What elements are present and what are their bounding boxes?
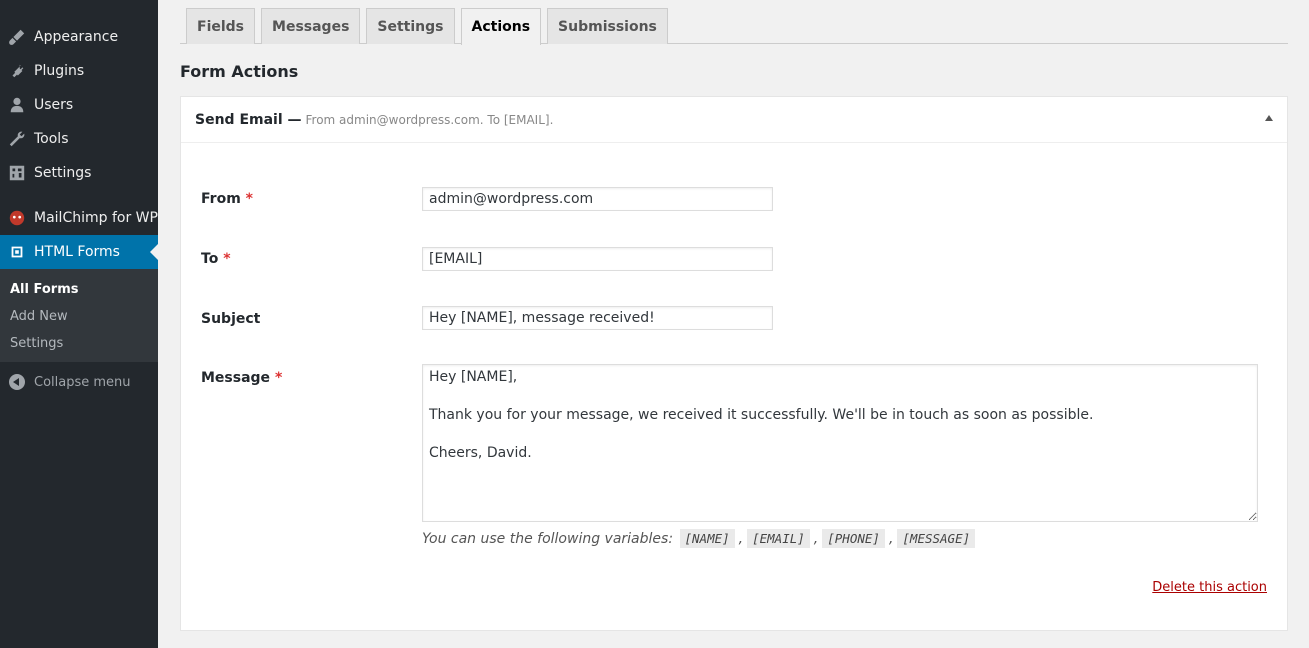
from-label: From * bbox=[201, 191, 253, 207]
sidebar-item-plugins[interactable]: Plugins bbox=[0, 54, 158, 88]
variable-email: [EMAIL] bbox=[747, 529, 810, 548]
tab-submissions[interactable]: Submissions bbox=[547, 8, 668, 44]
sidebar-item-label: MailChimp for WP bbox=[34, 210, 158, 226]
submenu-item-settings[interactable]: Settings bbox=[0, 330, 158, 357]
sidebar-item-label: Users bbox=[34, 97, 74, 113]
sidebar-item-users[interactable]: Users bbox=[0, 88, 158, 122]
subject-input[interactable] bbox=[422, 306, 773, 330]
sidebar-item-html-forms[interactable]: HTML Forms bbox=[0, 235, 158, 269]
send-email-action-panel: Send Email — From admin@wordpress.com. T… bbox=[180, 96, 1288, 631]
to-input[interactable] bbox=[422, 247, 773, 271]
sidebar-item-label: Appearance bbox=[34, 29, 119, 45]
message-textarea[interactable]: Hey [NAME], Thank you for your message, … bbox=[422, 364, 1258, 522]
submenu-item-add-new[interactable]: Add New bbox=[0, 303, 158, 330]
current-menu-arrow bbox=[150, 244, 158, 260]
sidebar-item-label: HTML Forms bbox=[34, 244, 120, 260]
html-forms-submenu: All Forms Add New Settings bbox=[0, 269, 158, 362]
variable-name: [NAME] bbox=[679, 529, 735, 548]
collapse-arrow-icon bbox=[0, 374, 34, 390]
admin-sidebar: Appearance Plugins Users Tools Settings … bbox=[0, 0, 158, 648]
user-icon bbox=[0, 96, 34, 114]
action-title: Send Email — bbox=[195, 111, 302, 128]
required-marker: * bbox=[245, 191, 253, 207]
tab-settings[interactable]: Settings bbox=[366, 8, 455, 44]
sidebar-item-label: Settings bbox=[34, 165, 92, 181]
from-input[interactable] bbox=[422, 187, 773, 211]
plug-icon bbox=[0, 62, 34, 80]
action-panel-header[interactable]: Send Email — From admin@wordpress.com. T… bbox=[181, 97, 1287, 143]
sidebar-item-label: Tools bbox=[34, 131, 69, 147]
sidebar-item-settings[interactable]: Settings bbox=[0, 156, 158, 190]
required-marker: * bbox=[274, 370, 283, 386]
tab-actions[interactable]: Actions bbox=[460, 8, 542, 45]
settings-icon bbox=[0, 164, 34, 182]
required-marker: * bbox=[223, 251, 231, 267]
wrench-icon bbox=[0, 130, 34, 148]
subject-label: Subject bbox=[201, 311, 261, 327]
tab-fields[interactable]: Fields bbox=[186, 8, 256, 44]
collapse-toggle-icon[interactable] bbox=[1265, 115, 1273, 121]
to-label: To * bbox=[201, 251, 231, 267]
sidebar-item-mailchimp[interactable]: MailChimp for WP bbox=[0, 201, 158, 235]
mailchimp-icon bbox=[0, 209, 34, 227]
variables-hint: You can use the following variables: [NA… bbox=[422, 529, 977, 548]
sidebar-item-label: Plugins bbox=[34, 63, 85, 79]
form-tabs: Fields Messages Settings Actions Submiss… bbox=[186, 8, 674, 45]
message-label: Message * bbox=[201, 370, 283, 386]
action-summary: From admin@wordpress.com. To [EMAIL]. bbox=[305, 112, 554, 127]
tab-messages[interactable]: Messages bbox=[261, 8, 361, 44]
page-title: Form Actions bbox=[180, 62, 299, 81]
collapse-menu-button[interactable]: Collapse menu bbox=[0, 366, 158, 398]
sidebar-item-appearance[interactable]: Appearance bbox=[0, 20, 158, 54]
variable-phone: [PHONE] bbox=[822, 529, 885, 548]
submenu-item-all-forms[interactable]: All Forms bbox=[0, 276, 158, 303]
variable-message: [MESSAGE] bbox=[897, 529, 976, 548]
brush-icon bbox=[0, 28, 34, 46]
forms-icon bbox=[0, 243, 34, 261]
collapse-menu-label: Collapse menu bbox=[34, 374, 131, 390]
sidebar-item-tools[interactable]: Tools bbox=[0, 122, 158, 156]
variables-hint-text: You can use the following variables: bbox=[422, 530, 674, 547]
delete-action-link[interactable]: Delete this action bbox=[1152, 580, 1267, 595]
